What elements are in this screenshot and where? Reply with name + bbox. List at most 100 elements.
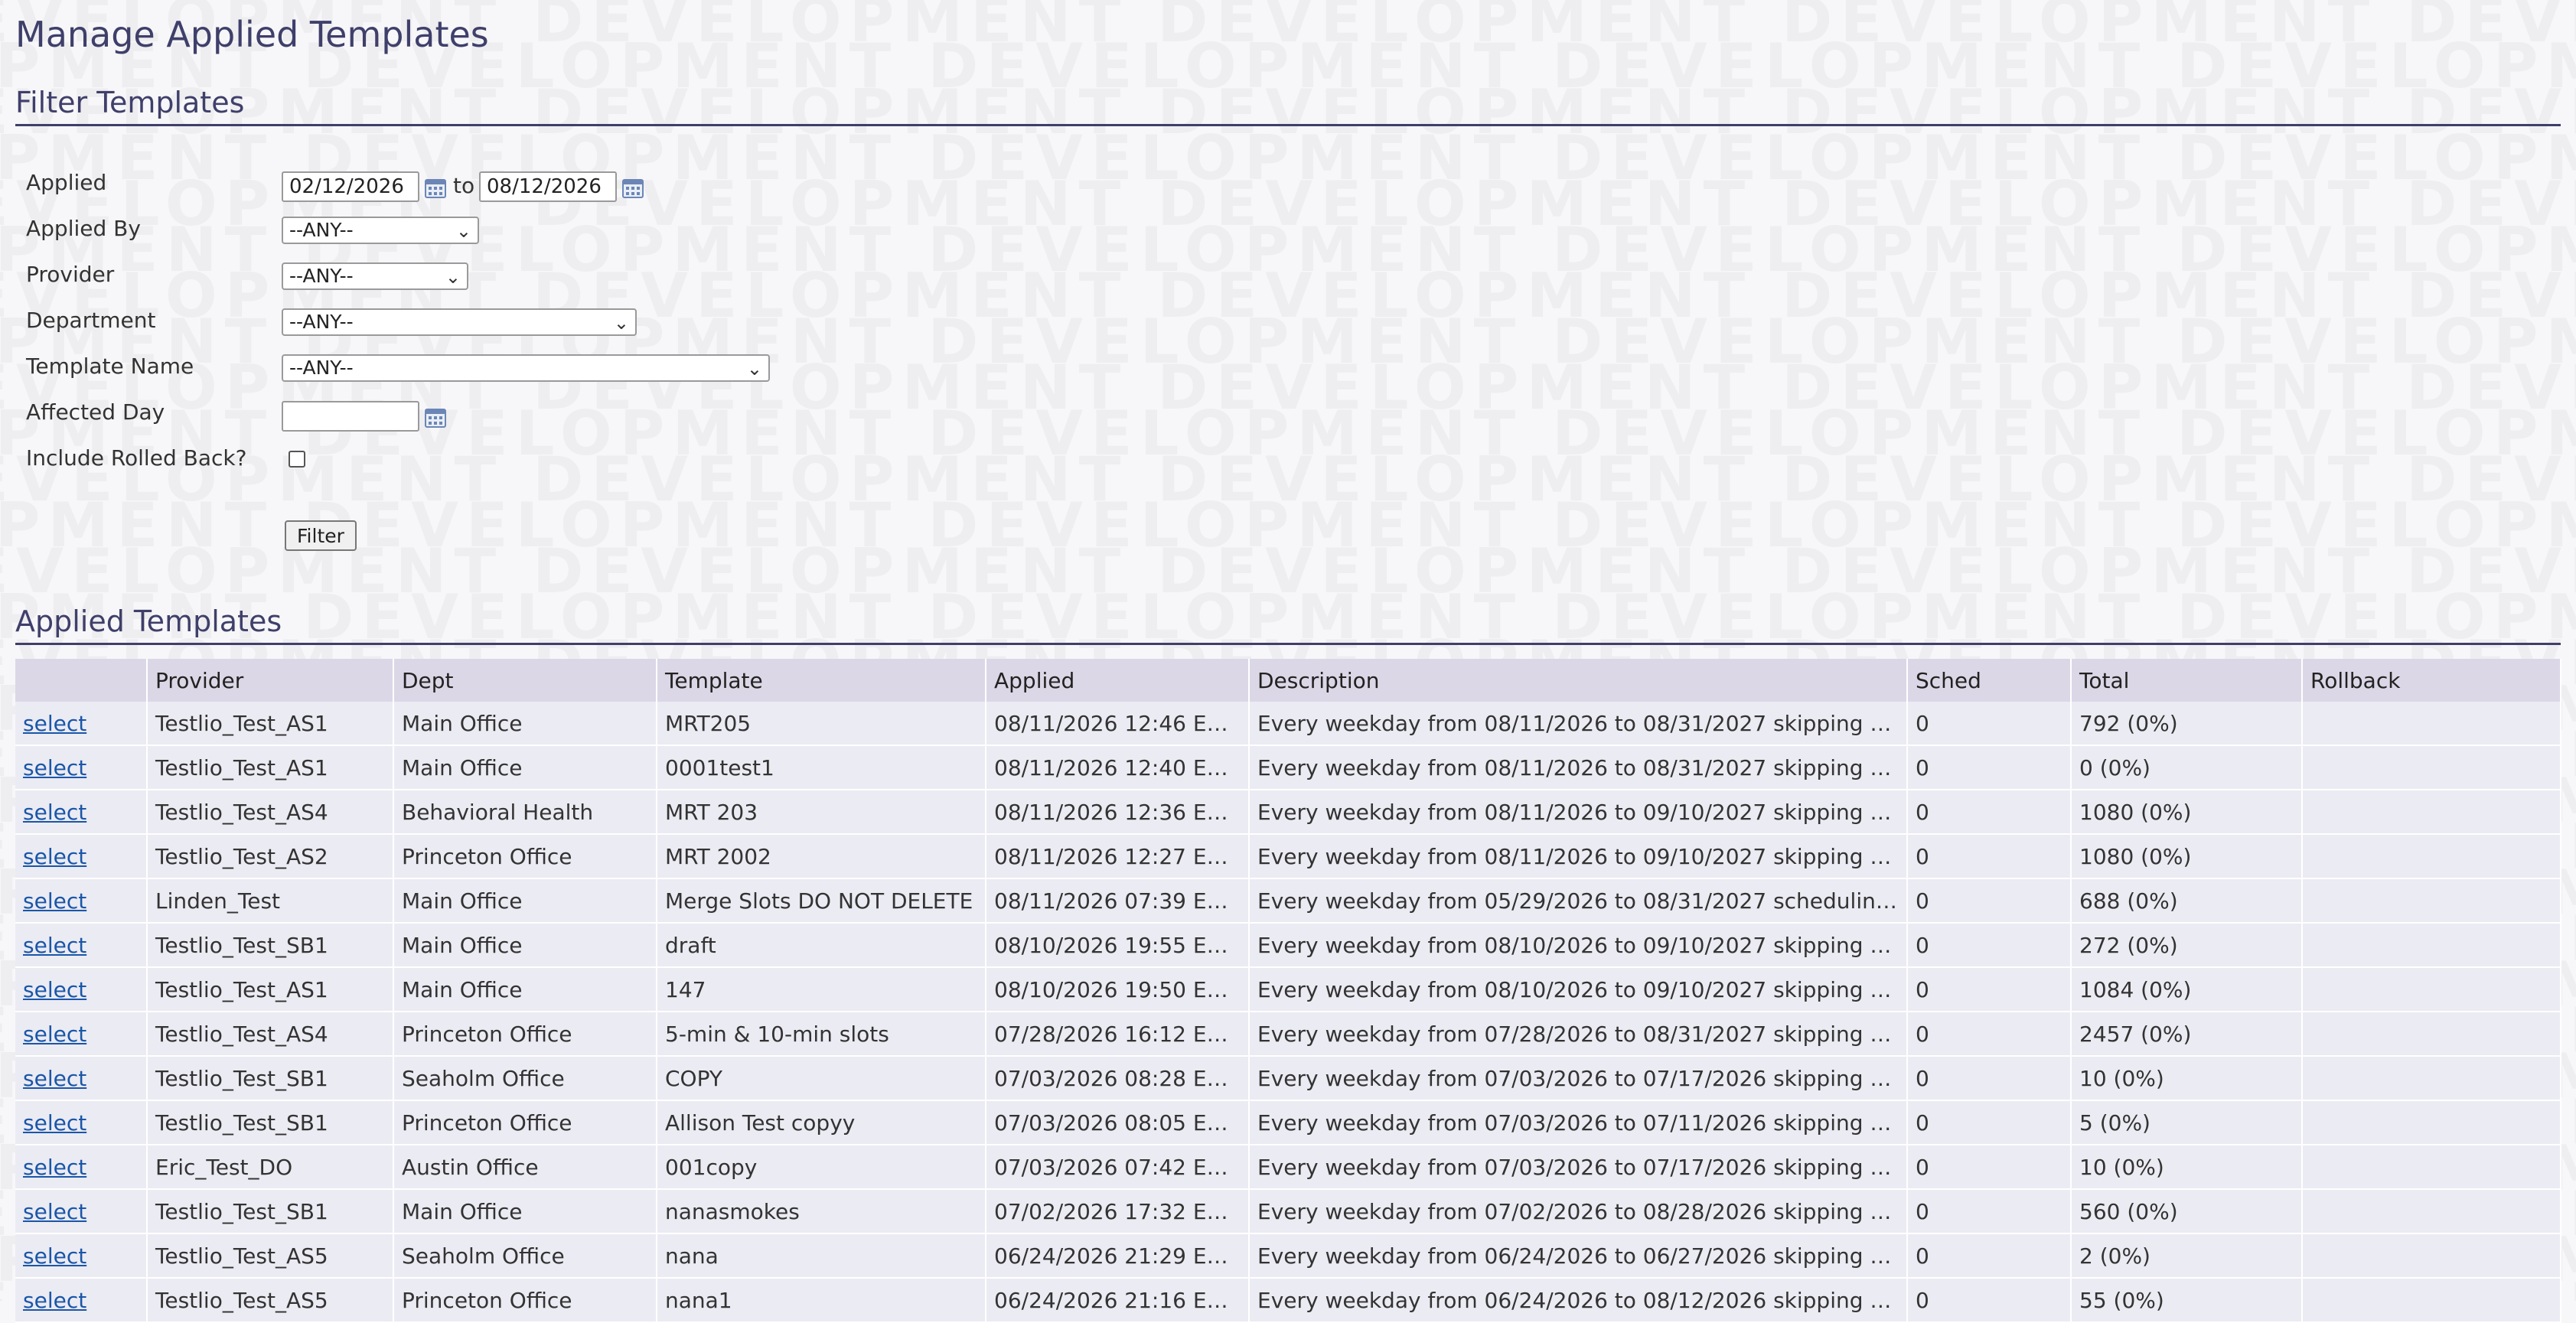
total-cell: 55 (0%) [2071, 1278, 2303, 1323]
select-cell: select [15, 1278, 148, 1323]
provider-cell: Linden_Test [147, 878, 394, 924]
select-cell: select [15, 702, 148, 746]
applied-from-date-input[interactable]: 02/12/2026 [282, 171, 419, 202]
applied-by-label: Applied By [26, 216, 141, 241]
dept-cell: Main Office [393, 745, 657, 790]
affected-day-calendar-icon[interactable] [424, 406, 447, 429]
column-header-description[interactable]: Description [1249, 659, 1908, 702]
select-link[interactable]: select [23, 1022, 86, 1047]
select-cell: select [15, 967, 148, 1012]
select-cell: select [15, 1100, 148, 1145]
filter-button[interactable]: Filter [285, 520, 357, 551]
sched-cell: 0 [1907, 834, 2072, 879]
template-name-select[interactable]: --ANY-- ⌄ [282, 354, 770, 382]
provider-cell: Testlio_Test_SB1 [147, 923, 394, 968]
affected-day-input[interactable] [282, 401, 419, 432]
column-header-total[interactable]: Total [2071, 659, 2303, 702]
select-link[interactable]: select [23, 1199, 86, 1224]
select-link[interactable]: select [23, 1288, 86, 1313]
applied-by-select[interactable]: --ANY-- ⌄ [282, 217, 479, 244]
column-header-sched[interactable]: Sched [1907, 659, 2072, 702]
chevron-down-icon: ⌄ [455, 220, 471, 242]
description-cell: Every weekday from 05/29/2026 to 08/31/2… [1249, 878, 1908, 924]
select-link[interactable]: select [23, 1110, 86, 1136]
include-rolled-back-checkbox[interactable] [289, 451, 305, 468]
chevron-down-icon: ⌄ [613, 312, 629, 334]
sched-cell: 0 [1907, 1056, 2072, 1101]
column-header-provider[interactable]: Provider [147, 659, 394, 702]
select-link[interactable]: select [23, 977, 86, 1002]
sched-cell: 0 [1907, 1145, 2072, 1190]
provider-cell: Testlio_Test_AS4 [147, 1012, 394, 1057]
department-value: --ANY-- [289, 311, 354, 333]
total-cell: 1080 (0%) [2071, 834, 2303, 879]
template-cell: nanasmokes [657, 1189, 986, 1234]
total-cell: 2 (0%) [2071, 1233, 2303, 1279]
applied-cell: 08/10/2026 19:50 EDT ... [986, 967, 1250, 1012]
select-link[interactable]: select [23, 1155, 86, 1180]
applied-to-calendar-icon[interactable] [621, 176, 644, 199]
dept-cell: Behavioral Health [393, 790, 657, 835]
total-cell: 272 (0%) [2071, 923, 2303, 968]
dept-cell: Main Office [393, 967, 657, 1012]
template-cell: MRT 2002 [657, 834, 986, 879]
sched-cell: 0 [1907, 745, 2072, 790]
sched-cell: 0 [1907, 923, 2072, 968]
sched-cell: 0 [1907, 967, 2072, 1012]
applied-from-calendar-icon[interactable] [424, 176, 447, 199]
chevron-down-icon: ⌄ [445, 266, 461, 288]
applied-cell: 08/11/2026 12:46 EDT ... [986, 702, 1250, 746]
table-row: select Testlio_Test_AS4 Princeton Office 5-… [15, 1012, 2561, 1057]
table-row: select Testlio_Test_AS5 Seaholm Office nana… [15, 1233, 2561, 1279]
select-link[interactable]: select [23, 755, 86, 780]
column-header-template[interactable]: Template [657, 659, 986, 702]
select-link[interactable]: select [23, 888, 86, 914]
select-link[interactable]: select [23, 800, 86, 825]
table-row: select Eric_Test_DO Austin Office 001copy 07… [15, 1145, 2561, 1190]
rollback-cell [2302, 1100, 2561, 1145]
select-cell: select [15, 745, 148, 790]
description-cell: Every weekday from 06/24/2026 to 08/12/2… [1249, 1278, 1908, 1323]
table-header-row: Provider Dept Template Applied Descripti… [15, 659, 2561, 702]
select-link[interactable]: select [23, 1243, 86, 1269]
rollback-cell [2302, 1233, 2561, 1279]
sched-cell: 0 [1907, 1100, 2072, 1145]
department-select[interactable]: --ANY-- ⌄ [282, 308, 637, 336]
total-cell: 1084 (0%) [2071, 967, 2303, 1012]
description-cell: Every weekday from 08/11/2026 to 09/10/2… [1249, 834, 1908, 879]
column-header-applied[interactable]: Applied [986, 659, 1250, 702]
dept-cell: Main Office [393, 878, 657, 924]
applied-to-date-input[interactable]: 08/12/2026 [479, 171, 617, 202]
template-cell: nana [657, 1233, 986, 1279]
applied-cell: 07/03/2026 08:05 EDT ... [986, 1100, 1250, 1145]
rollback-cell [2302, 923, 2561, 968]
description-cell: Every weekday from 07/03/2026 to 07/11/2… [1249, 1100, 1908, 1145]
provider-select[interactable]: --ANY-- ⌄ [282, 262, 468, 290]
rollback-cell [2302, 878, 2561, 924]
table-row: select Testlio_Test_SB1 Seaholm Office COPY… [15, 1056, 2561, 1101]
provider-cell: Testlio_Test_AS5 [147, 1233, 394, 1279]
watermark-row: DEVELOPMENT DEVELOPMENT DEVELOPMENT DEVE… [0, 444, 2576, 515]
dept-cell: Main Office [393, 702, 657, 746]
select-link[interactable]: select [23, 933, 86, 958]
select-cell: select [15, 1145, 148, 1190]
provider-cell: Testlio_Test_AS2 [147, 834, 394, 879]
provider-cell: Testlio_Test_AS5 [147, 1278, 394, 1323]
applied-cell: 08/11/2026 07:39 EDT ... [986, 878, 1250, 924]
column-header-select [15, 659, 148, 702]
provider-cell: Testlio_Test_AS1 [147, 745, 394, 790]
sched-cell: 0 [1907, 1278, 2072, 1323]
rollback-cell [2302, 1278, 2561, 1323]
select-link[interactable]: select [23, 1066, 86, 1091]
table-row: select Testlio_Test_AS1 Main Office 0001tes… [15, 745, 2561, 790]
template-cell: 0001test1 [657, 745, 986, 790]
select-link[interactable]: select [23, 844, 86, 869]
applied-cell: 07/28/2026 16:12 EDT ... [986, 1012, 1250, 1057]
column-header-dept[interactable]: Dept [393, 659, 657, 702]
applied-cell: 07/03/2026 07:42 EDT ... [986, 1145, 1250, 1190]
select-link[interactable]: select [23, 711, 86, 736]
dept-cell: Princeton Office [393, 1100, 657, 1145]
template-cell: 147 [657, 967, 986, 1012]
applied-cell: 08/10/2026 19:55 EDT ... [986, 923, 1250, 968]
column-header-rollback[interactable]: Rollback [2302, 659, 2561, 702]
